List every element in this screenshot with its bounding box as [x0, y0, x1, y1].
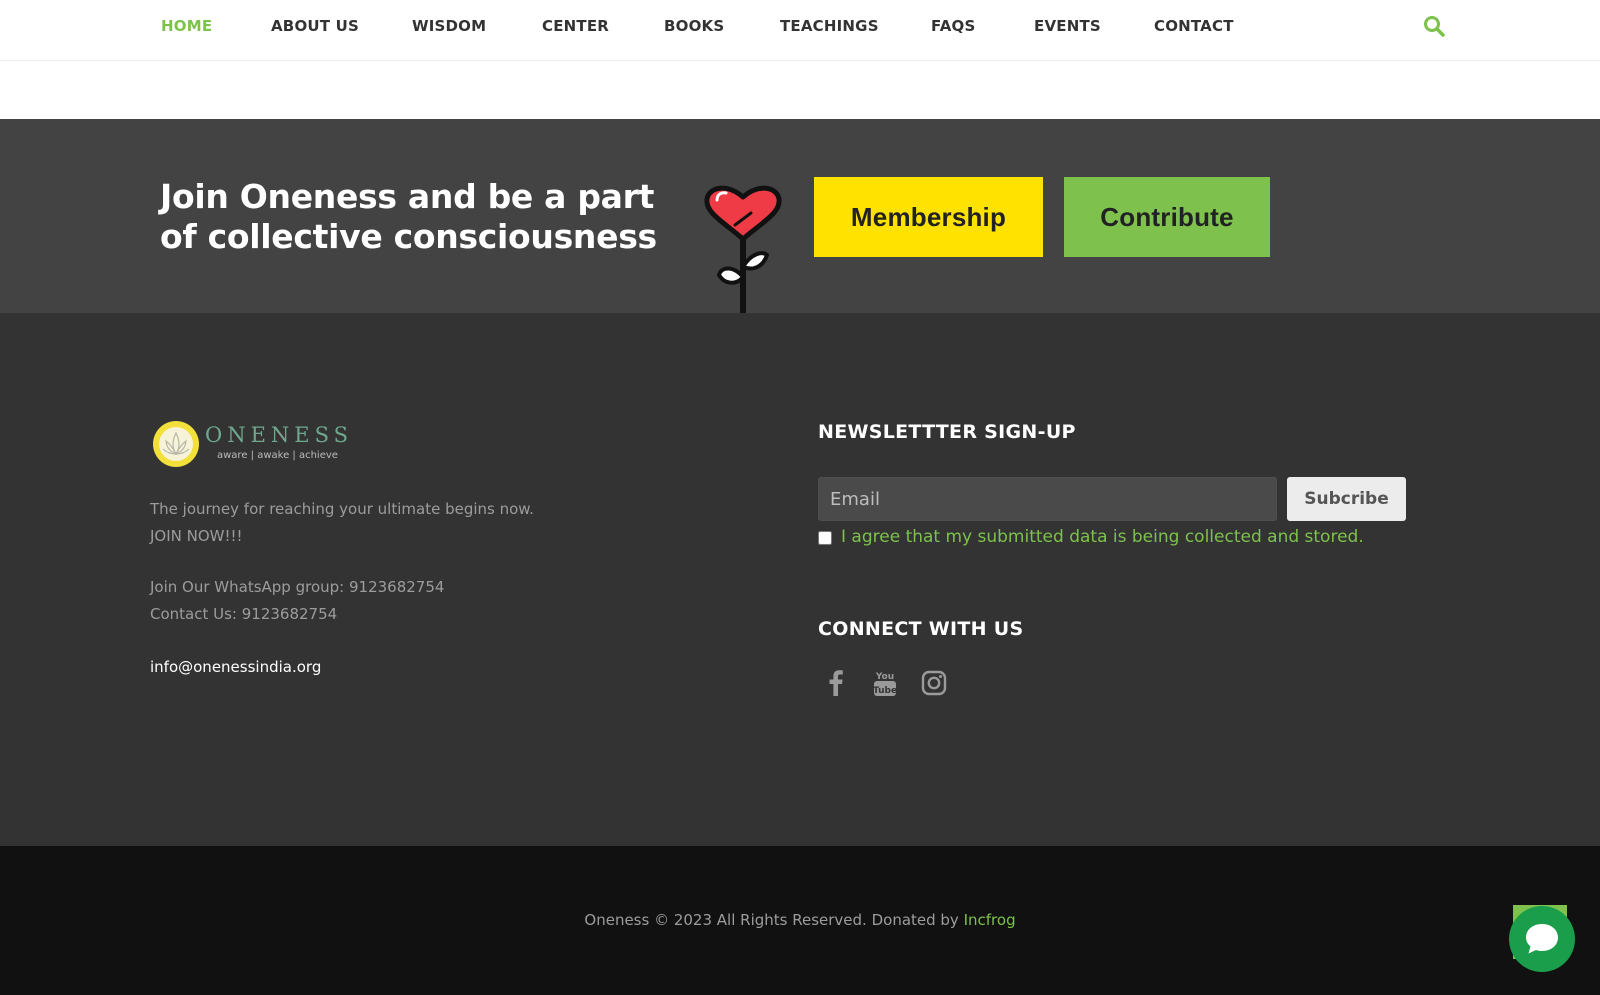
nav-item-home[interactable]: HOME: [161, 17, 212, 35]
nav-item-faqs[interactable]: FAQS: [931, 17, 976, 35]
newsletter-email-input[interactable]: [818, 477, 1277, 521]
search-icon[interactable]: [1422, 14, 1446, 38]
incfrog-link[interactable]: Incfrog: [964, 911, 1016, 929]
nav-item-books[interactable]: BOOKS: [664, 17, 724, 35]
oneness-logo[interactable]: ONENESS aware | awake | achieve: [153, 421, 348, 471]
heart-flower-icon: [704, 185, 782, 314]
email-link[interactable]: info@onenessindia.org: [150, 658, 321, 676]
agree-label: I agree that my submitted data is being …: [841, 527, 1364, 547]
join-now-text: JOIN NOW!!!: [150, 527, 243, 545]
svg-text:You: You: [875, 672, 894, 682]
instagram-icon[interactable]: [919, 668, 949, 698]
nav-item-teachings[interactable]: TEACHINGS: [780, 17, 879, 35]
contribute-button[interactable]: Contribute: [1064, 177, 1270, 257]
subscribe-button[interactable]: Subcribe: [1287, 477, 1406, 521]
youtube-icon[interactable]: You Tube: [870, 668, 900, 698]
chat-button[interactable]: [1509, 906, 1575, 972]
svg-text:Tube: Tube: [873, 686, 897, 696]
nav-item-contact[interactable]: CONTACT: [1154, 17, 1234, 35]
nav-item-wisdom[interactable]: WISDOM: [412, 17, 486, 35]
contact-text: Contact Us: 9123682754: [150, 605, 338, 623]
copyright-text: Oneness © 2023 All Rights Reserved. Dona…: [584, 911, 964, 929]
copyright-bar: Oneness © 2023 All Rights Reserved. Dona…: [0, 846, 1600, 995]
whatsapp-text: Join Our WhatsApp group: 9123682754: [150, 578, 445, 596]
facebook-icon[interactable]: [821, 668, 851, 698]
lotus-logo-icon: [153, 421, 199, 467]
top-navigation: HOME ABOUT US WISDOM CENTER BOOKS TEACHI…: [0, 0, 1600, 61]
agree-checkbox[interactable]: [818, 531, 832, 545]
logo-wordmark: ONENESS: [205, 423, 354, 447]
chat-bubble-icon: [1526, 924, 1558, 954]
nav-item-about-us[interactable]: ABOUT US: [271, 17, 359, 35]
site-footer: ONENESS aware | awake | achieve The jour…: [0, 313, 1600, 846]
membership-button[interactable]: Membership: [814, 177, 1043, 257]
logo-tagline: aware | awake | achieve: [217, 450, 338, 461]
journey-text: The journey for reaching your ultimate b…: [150, 500, 534, 518]
copyright-line: Oneness © 2023 All Rights Reserved. Dona…: [0, 911, 1600, 929]
nav-item-events[interactable]: EVENTS: [1034, 17, 1101, 35]
connect-heading: CONNECT WITH US: [818, 618, 1024, 640]
newsletter-heading: NEWSLETTTER SIGN-UP: [818, 421, 1076, 443]
nav-item-center[interactable]: CENTER: [542, 17, 609, 35]
cta-heading: Join Oneness and be a part of collective…: [160, 177, 657, 256]
join-cta-band: Join Oneness and be a part of collective…: [0, 119, 1600, 314]
